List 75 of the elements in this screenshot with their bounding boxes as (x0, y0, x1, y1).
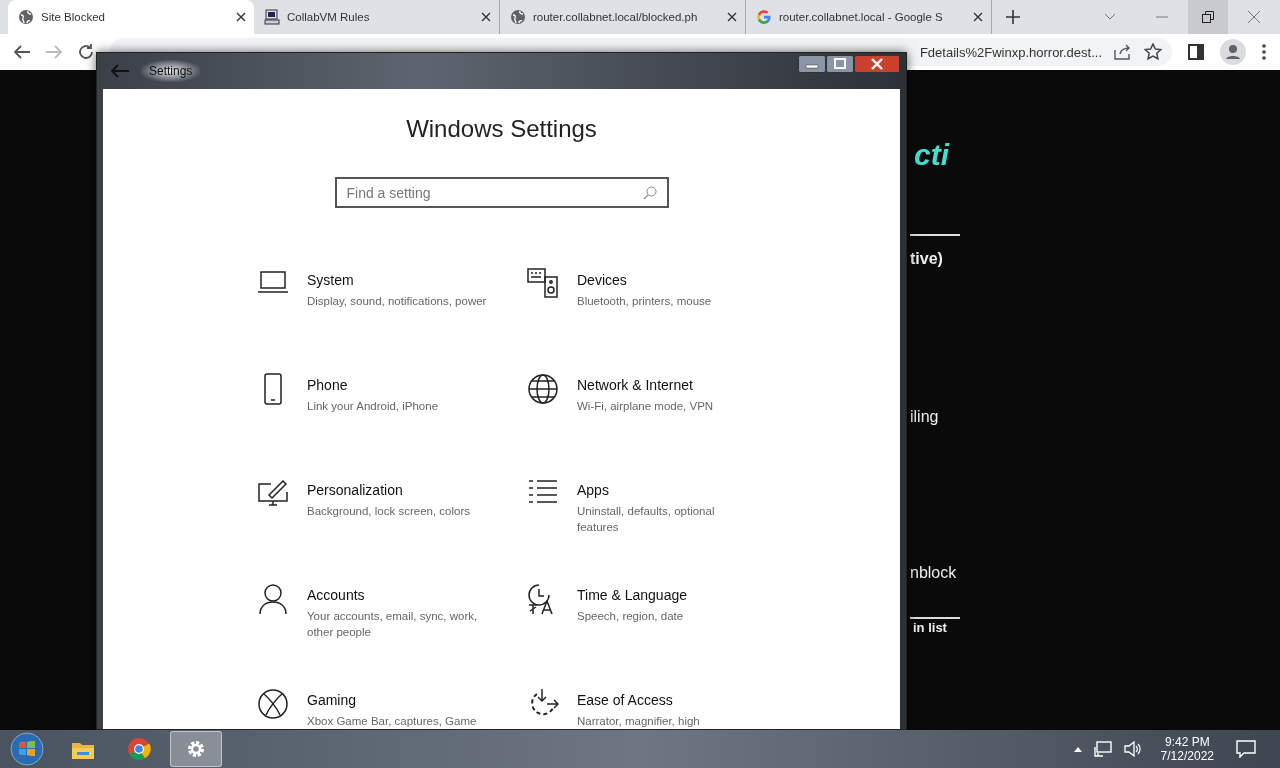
category-name: Devices (577, 272, 628, 288)
category-name: Time & Language (577, 587, 688, 603)
side-panel-icon[interactable] (1188, 44, 1204, 60)
category-description: Speech, region, date (577, 609, 685, 624)
restore-button[interactable] (1188, 0, 1228, 34)
notification-icon[interactable] (1236, 740, 1256, 758)
settings-category[interactable]: Time & Language Speech, region, date (527, 587, 797, 654)
star-icon[interactable] (1144, 43, 1162, 61)
category-description: Narrator, magnifier, high (577, 714, 701, 729)
reload-icon[interactable] (78, 44, 94, 60)
google-icon (756, 9, 772, 25)
taskbar-button[interactable] (170, 731, 222, 767)
category-description: Your accounts, email, sync, work, other people (307, 609, 479, 640)
page-text: tive) (910, 250, 943, 268)
page-text: iling (910, 408, 939, 426)
category-description: Xbox Game Bar, captures, Game (307, 714, 478, 729)
maximize-button[interactable] (826, 55, 854, 73)
category-name: System (307, 272, 355, 288)
more-icon[interactable] (1262, 44, 1266, 60)
share-icon[interactable] (1114, 44, 1132, 60)
settings-category[interactable]: Devices Bluetooth, printers, mouse (527, 272, 797, 339)
computer-icon (264, 9, 280, 25)
page-text: cti (914, 138, 949, 172)
settings-category[interactable]: Ease of Access Narrator, magnifier, high (527, 692, 797, 729)
browser-tab[interactable]: Site Blocked (8, 0, 254, 34)
category-name: Phone (307, 377, 349, 393)
category-description: Wi-Fi, airplane mode, VPN (577, 399, 715, 414)
globe-icon (527, 373, 559, 405)
search-field[interactable]: Find a setting (334, 177, 669, 208)
chevron-down-icon[interactable] (1104, 13, 1116, 21)
category-description: Link your Android, iPhone (307, 399, 440, 414)
volume-icon[interactable] (1123, 741, 1142, 757)
settings-category[interactable]: Apps Uninstall, defaults, optional features (527, 482, 797, 549)
clock-date[interactable]: 7/12/2022 (1160, 749, 1214, 763)
start-orb-icon[interactable] (10, 732, 44, 766)
settings-category[interactable]: System Display, sound, notifications, power (257, 272, 527, 339)
page-title: Windows Settings (406, 115, 597, 143)
chrome-icon (125, 735, 153, 763)
close-button[interactable] (854, 55, 900, 73)
clock-time[interactable]: 9:42 PM (1160, 735, 1214, 749)
search-icon (642, 186, 657, 200)
xbox-icon (257, 688, 289, 720)
globe-icon (18, 9, 34, 25)
network-icon[interactable] (1093, 741, 1112, 757)
window-title: Settings (141, 60, 201, 82)
keyboard-speaker-icon (527, 268, 559, 300)
restore-icon (1202, 11, 1214, 23)
settings-category[interactable]: Network & Internet Wi-Fi, airplane mode, VPN (527, 377, 797, 444)
chevron-up-icon[interactable] (1073, 746, 1082, 752)
profile-icon[interactable] (1220, 39, 1246, 65)
page-text: nblock (910, 564, 957, 582)
category-description: Bluetooth, printers, mouse (577, 294, 713, 309)
category-description: Uninstall, defaults, optional features (577, 504, 716, 535)
close-icon[interactable] (481, 12, 491, 22)
category-description: Display, sound, notifications, power (307, 294, 488, 309)
category-name: Apps (577, 482, 610, 498)
close-icon[interactable] (727, 12, 737, 22)
page-text: in list (913, 620, 947, 635)
close-icon[interactable] (236, 12, 246, 22)
settings-category[interactable]: Accounts Your accounts, email, sync, work, other people (257, 587, 527, 654)
globe-icon (510, 9, 526, 25)
person-icon (257, 583, 289, 615)
settings-category[interactable]: Personalization Background, lock screen, colors (257, 482, 527, 549)
category-name: Accounts (307, 587, 366, 603)
settings-category[interactable]: Gaming Xbox Game Bar, captures, Game (257, 692, 527, 729)
category-name: Personalization (307, 482, 404, 498)
category-name: Gaming (307, 692, 358, 708)
close-icon[interactable] (973, 12, 983, 22)
category-description: Background, lock screen, colors (307, 504, 471, 519)
settings-category[interactable]: Phone Link your Android, iPhone (257, 377, 527, 444)
back-arrow-icon[interactable] (14, 45, 30, 59)
category-name: Ease of Access (577, 692, 674, 708)
category-name: Network & Internet (577, 377, 694, 393)
plus-icon[interactable] (1006, 10, 1020, 24)
minimize-button[interactable] (798, 55, 826, 73)
